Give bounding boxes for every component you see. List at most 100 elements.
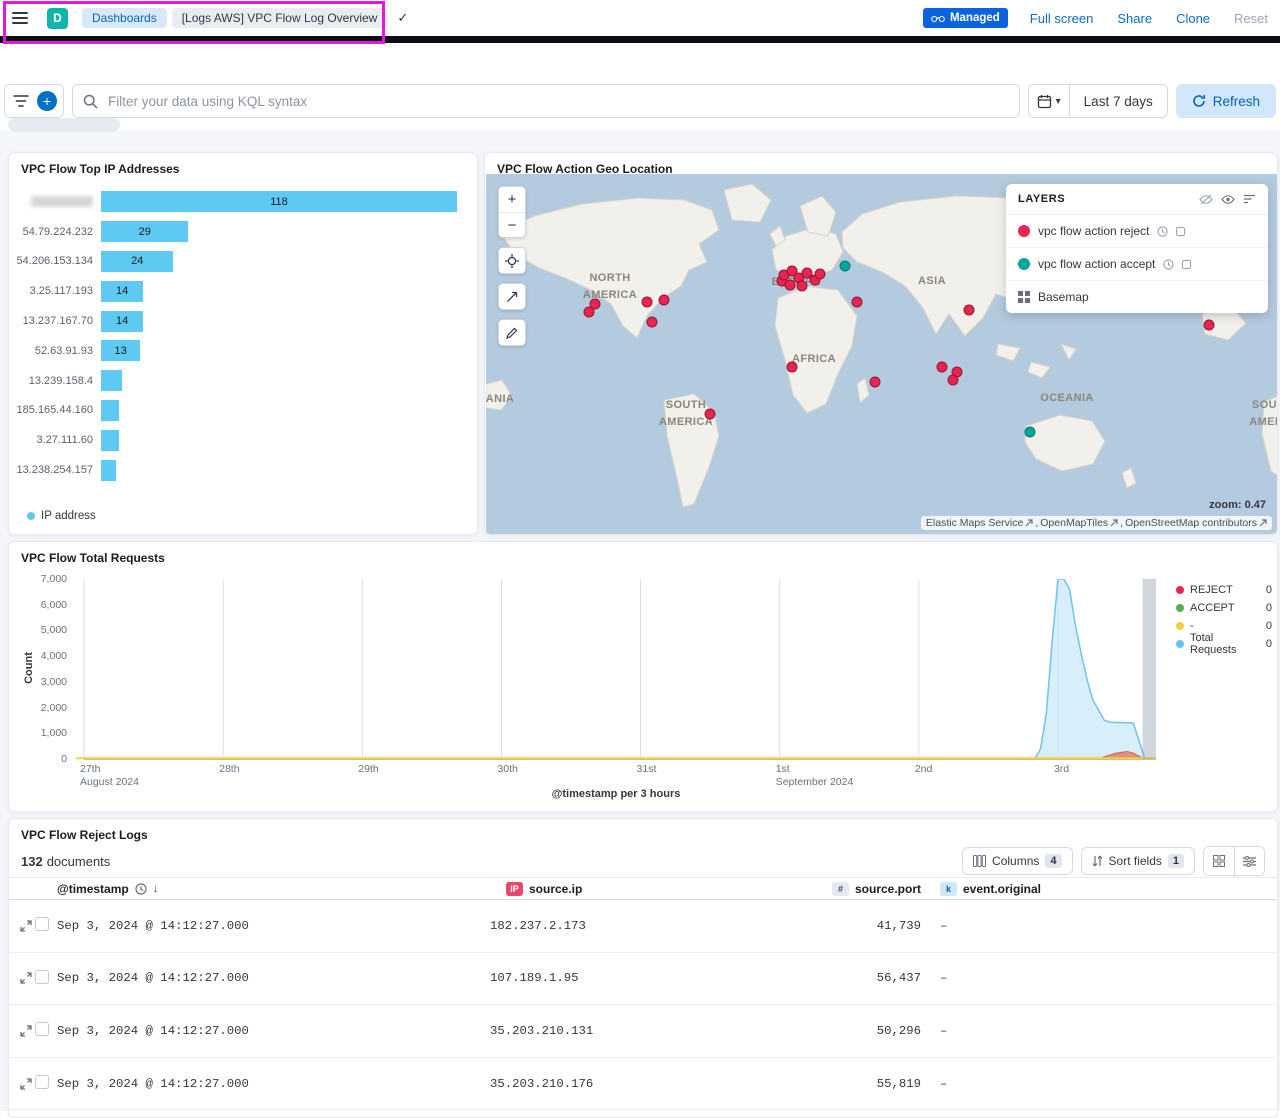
row-checkbox[interactable] xyxy=(35,1075,49,1089)
draw-tool-button[interactable] xyxy=(499,284,525,309)
deployment-logo[interactable]: D xyxy=(47,8,68,29)
columns-button[interactable]: Columns 4 xyxy=(962,847,1072,875)
eye-icon[interactable] xyxy=(1221,194,1235,205)
legend-item-total-requests[interactable]: Total Requests0 xyxy=(1176,635,1272,653)
row-checkbox[interactable] xyxy=(35,1022,49,1036)
ip-bar-value: 29 xyxy=(139,226,151,238)
layer-row-vpc-flow-action-reject[interactable]: vpc flow action reject xyxy=(1006,215,1268,248)
panel-top-ip-addresses: VPC Flow Top IP Addresses 11854.79.224.2… xyxy=(8,152,478,535)
ip-bar[interactable]: 14 xyxy=(101,311,143,332)
ip-bar-label: 3.27.111.60 xyxy=(9,434,93,446)
reject-dot[interactable] xyxy=(815,269,825,279)
x-tick-label-2nd: 2nd xyxy=(915,763,933,776)
time-range-label[interactable]: Last 7 days xyxy=(1070,94,1167,109)
search-icon xyxy=(83,94,98,109)
reject-dot[interactable] xyxy=(785,280,795,290)
reject-dot[interactable] xyxy=(802,268,812,278)
header-action-reset[interactable]: Reset xyxy=(1234,11,1268,26)
layer-checkbox[interactable] xyxy=(1176,227,1185,236)
eye-off-icon[interactable] xyxy=(1199,194,1213,205)
header-action-clone[interactable]: Clone xyxy=(1176,11,1210,26)
reject-dot[interactable] xyxy=(948,375,958,385)
check-icon[interactable]: ✓ xyxy=(397,10,408,26)
bar-row: 54.206.153.13424 xyxy=(9,247,477,277)
logs-header-timestamp[interactable]: @timestamp↓ xyxy=(57,882,490,896)
layer-order-icon[interactable] xyxy=(1243,194,1256,204)
reject-dot[interactable] xyxy=(964,305,974,315)
ip-bar[interactable] xyxy=(101,460,116,481)
reject-dot[interactable] xyxy=(659,295,669,305)
add-filter-button[interactable]: + xyxy=(37,91,57,111)
reject-dot[interactable] xyxy=(1204,320,1214,330)
menu-icon[interactable] xyxy=(12,7,34,29)
req-yticks: 7,0006,0005,0004,0003,0002,0001,0000 xyxy=(9,579,67,760)
filter-icon xyxy=(13,94,29,108)
sort-fields-label: Sort fields xyxy=(1109,854,1162,868)
ip-legend[interactable]: IP address xyxy=(27,510,96,522)
accept-dot[interactable] xyxy=(1025,427,1035,437)
reject-dot[interactable] xyxy=(705,409,715,419)
logs-header-source-ip[interactable]: IPsource.ip xyxy=(490,882,840,896)
expand-row-button[interactable] xyxy=(17,972,35,984)
ip-bar[interactable] xyxy=(101,400,119,421)
attribution-link-openmaptiles[interactable]: OpenMapTiles xyxy=(1040,517,1118,529)
breadcrumb-item-logs-aws-vpc-flow-log-overview[interactable]: [Logs AWS] VPC Flow Log Overview xyxy=(172,8,388,28)
edit-tools-button[interactable] xyxy=(499,320,525,345)
logs-header-event-original[interactable]: kevent.original xyxy=(921,882,1277,896)
header-action-share[interactable]: Share xyxy=(1117,11,1152,26)
logs-header-source-port[interactable]: #source.port xyxy=(840,882,921,896)
ip-bar-label: 13.237.167.70 xyxy=(9,315,93,327)
reject-dot[interactable] xyxy=(870,377,880,387)
kql-input[interactable] xyxy=(106,93,1009,110)
breadcrumb-item-dashboards[interactable]: Dashboards xyxy=(82,8,167,28)
sort-fields-button[interactable]: Sort fields 1 xyxy=(1081,847,1195,875)
expand-icon xyxy=(20,920,32,932)
reject-dot[interactable] xyxy=(647,317,657,327)
collapsed-filter-pill[interactable] xyxy=(8,118,120,132)
reject-dot[interactable] xyxy=(787,362,797,372)
row-checkbox[interactable] xyxy=(35,970,49,984)
legend-item-accept[interactable]: ACCEPT0 xyxy=(1176,599,1272,617)
layer-checkbox[interactable] xyxy=(1182,260,1191,269)
display-options-button[interactable] xyxy=(1204,847,1234,875)
reject-dot[interactable] xyxy=(797,281,807,291)
refresh-button[interactable]: Refresh xyxy=(1176,84,1276,118)
map-area[interactable]: NORTH AMERICAEUROPEASIAAFRICASOUTH AMERI… xyxy=(486,174,1278,535)
reject-dot[interactable] xyxy=(937,362,947,372)
row-height-button[interactable] xyxy=(1234,847,1264,875)
row-checkbox[interactable] xyxy=(35,917,49,931)
zoom-in-button[interactable]: + xyxy=(499,187,525,212)
expand-row-button[interactable] xyxy=(17,1078,35,1090)
bar-row: 52.63.91.9313 xyxy=(9,336,477,366)
bar-row: 13.237.167.70 14 xyxy=(9,306,477,336)
layer-row-vpc-flow-action-accept[interactable]: vpc flow action accept xyxy=(1006,248,1268,281)
ip-bar-value: 118 xyxy=(270,196,288,208)
managed-badge[interactable]: Managed xyxy=(923,8,1008,28)
calendar-button[interactable]: ▾ xyxy=(1029,85,1070,117)
panel-reject-logs: VPC Flow Reject Logs 132documents Column… xyxy=(8,818,1278,1118)
bar-row: 3.25.117.19314 xyxy=(9,276,477,306)
ip-bar[interactable]: 14 xyxy=(101,281,143,302)
reject-dot[interactable] xyxy=(642,297,652,307)
ip-bar[interactable]: 24 xyxy=(101,251,173,272)
accept-dot[interactable] xyxy=(840,261,850,271)
requests-chart[interactable] xyxy=(76,579,1156,760)
legend-item-reject[interactable]: REJECT0 xyxy=(1176,581,1272,599)
reject-dot[interactable] xyxy=(590,299,600,309)
layer-row-basemap[interactable]: Basemap xyxy=(1006,281,1268,313)
glasses-icon xyxy=(931,14,945,23)
ip-bar[interactable] xyxy=(101,430,119,451)
header-action-full-screen[interactable]: Full screen xyxy=(1030,11,1094,26)
ip-bar[interactable]: 118 xyxy=(101,191,457,212)
expand-row-button[interactable] xyxy=(17,920,35,932)
attribution-link-elastic-maps-service[interactable]: Elastic Maps Service xyxy=(926,517,1033,529)
fit-to-data-button[interactable] xyxy=(499,248,525,273)
ip-bar[interactable]: 29 xyxy=(101,221,188,242)
attribution-link-openstreetmap-contributors[interactable]: OpenStreetMap contributors xyxy=(1125,517,1267,529)
reject-dot[interactable] xyxy=(852,297,862,307)
filter-icon-button[interactable] xyxy=(5,85,37,117)
zoom-out-button[interactable]: − xyxy=(499,212,525,237)
ip-bar[interactable]: 13 xyxy=(101,340,140,361)
expand-row-button[interactable] xyxy=(17,1025,35,1037)
ip-bar[interactable] xyxy=(101,370,122,391)
